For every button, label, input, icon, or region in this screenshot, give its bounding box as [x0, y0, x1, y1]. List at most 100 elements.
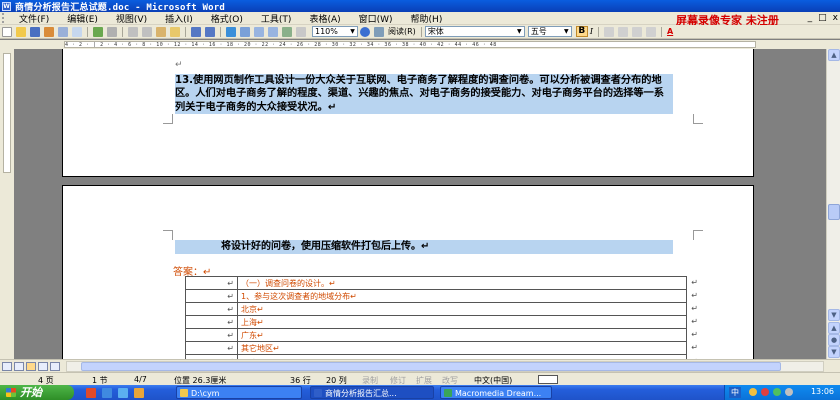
- scroll-up-icon[interactable]: ▲: [828, 49, 840, 61]
- align-icon[interactable]: [603, 26, 614, 37]
- menu-view[interactable]: 视图(V): [107, 12, 156, 25]
- menu-edit[interactable]: 编辑(E): [58, 12, 107, 25]
- font-size-select[interactable]: 五号 ▼: [527, 26, 572, 37]
- table-cell[interactable]: ↵: [185, 341, 238, 355]
- normal-view-icon[interactable]: [2, 362, 12, 371]
- quicklaunch-icon[interactable]: [86, 388, 96, 398]
- undo-icon[interactable]: [191, 26, 201, 37]
- table-cell[interactable]: ↵: [185, 276, 238, 290]
- redo-icon[interactable]: [205, 26, 215, 37]
- print-preview-icon[interactable]: [72, 26, 82, 37]
- scroll-down-icon[interactable]: ▼: [828, 309, 840, 321]
- bullets-icon[interactable]: [631, 26, 642, 37]
- close-button[interactable]: x: [833, 13, 838, 23]
- scroll-thumb[interactable]: [828, 204, 840, 220]
- volume-icon[interactable]: [785, 388, 793, 396]
- font-color-button[interactable]: A: [667, 27, 673, 36]
- horizontal-ruler[interactable]: 4 · 2 · | 2 · 4 · 6 · 8 · 10 · 12 · 14 ·…: [64, 41, 756, 48]
- table-row[interactable]: ↵ （一）调查问卷的设计。↵ ↵: [185, 276, 698, 290]
- menu-table[interactable]: 表格(A): [300, 12, 349, 25]
- quicklaunch-icon[interactable]: [118, 388, 128, 398]
- minimize-button[interactable]: _: [808, 13, 813, 23]
- tray-icon[interactable]: [773, 388, 781, 396]
- drawing-icon[interactable]: [282, 26, 292, 37]
- taskbar-word-document[interactable]: 商情分析报告汇总...: [310, 386, 434, 399]
- horizontal-scrollbar[interactable]: [66, 361, 824, 372]
- read-mode-button[interactable]: 阅读(R): [388, 26, 416, 37]
- help-icon[interactable]: [360, 26, 370, 37]
- upload-instruction[interactable]: 将设计好的问卷，使用压缩软件打包后上传。↵: [175, 240, 673, 254]
- tray-icon[interactable]: [761, 388, 769, 396]
- research-icon[interactable]: [107, 26, 117, 37]
- table-row[interactable]: ↵ 广东↵ ↵: [185, 328, 698, 342]
- reading-view-icon[interactable]: [50, 362, 60, 371]
- format-painter-icon[interactable]: [170, 26, 180, 37]
- toolbar-grip[interactable]: [2, 13, 8, 23]
- new-document-icon[interactable]: [2, 26, 12, 37]
- font-name-select[interactable]: 宋体 ▼: [424, 26, 525, 37]
- tables-borders-icon[interactable]: [240, 26, 250, 37]
- previous-page-icon[interactable]: ▲: [828, 322, 840, 334]
- next-page-icon[interactable]: ▼: [828, 346, 840, 358]
- columns-icon[interactable]: [268, 26, 278, 37]
- table-cell[interactable]: ↵: [185, 328, 238, 342]
- document-page[interactable]: 将设计好的问卷，使用压缩软件打包后上传。↵ 答案：↵ ↵ （一）调查问卷的设计。↵…: [62, 185, 754, 359]
- menu-file[interactable]: 文件(F): [10, 12, 58, 25]
- taskbar-dreamweaver[interactable]: Macromedia Dream...: [440, 386, 552, 399]
- start-button[interactable]: 开始: [0, 385, 74, 400]
- menu-help[interactable]: 帮助(H): [402, 12, 452, 25]
- indent-icon[interactable]: [645, 26, 656, 37]
- numbering-icon[interactable]: [617, 26, 628, 37]
- print-icon[interactable]: [58, 26, 68, 37]
- hyperlink-icon[interactable]: [226, 26, 236, 37]
- document-page[interactable]: ↵ 13.使用网页制作工具设计一份大众关于互联网、电子商务了解程度的调查问卷。可…: [62, 49, 754, 177]
- paste-icon[interactable]: [156, 26, 166, 37]
- taskbar-folder-cym[interactable]: D:\cym: [176, 386, 302, 399]
- print-layout-view-icon[interactable]: [26, 362, 36, 371]
- spelling-status-icon[interactable]: [538, 375, 558, 384]
- table-cell[interactable]: 1、参与这次调查者的地域分布↵ ↵: [237, 289, 698, 303]
- save-icon[interactable]: [30, 26, 40, 37]
- table-cell[interactable]: 北京↵ ↵: [237, 302, 698, 316]
- table-cell[interactable]: ↵: [185, 315, 238, 329]
- restore-button[interactable]: □: [818, 13, 827, 23]
- select-browse-object-icon[interactable]: ●: [828, 334, 840, 346]
- survey-table[interactable]: ↵ （一）调查问卷的设计。↵ ↵ ↵ 1、参与这次调查者的地域分布↵ ↵ ↵ 北京↵ ↵ ↵ 上海↵…: [185, 276, 698, 359]
- menu-window[interactable]: 窗口(W): [350, 12, 402, 25]
- web-view-icon[interactable]: [14, 362, 24, 371]
- table-cell[interactable]: （一）调查问卷的设计。↵ ↵: [237, 276, 698, 290]
- vertical-ruler-strip[interactable]: [3, 53, 11, 173]
- copy-icon[interactable]: [142, 26, 152, 37]
- table-row[interactable]: ↵ 其它地区↵ ↵: [185, 341, 698, 355]
- permission-icon[interactable]: [44, 26, 54, 37]
- menu-format[interactable]: 格式(O): [202, 12, 252, 25]
- read-mode-icon[interactable]: [374, 26, 384, 37]
- bold-button[interactable]: B: [575, 26, 588, 37]
- table-row[interactable]: ↵ 北京↵ ↵: [185, 302, 698, 316]
- table-cell[interactable]: ↵: [185, 302, 238, 316]
- table-cell[interactable]: 广东↵ ↵: [237, 328, 698, 342]
- document-area[interactable]: ↵ 13.使用网页制作工具设计一份大众关于互联网、电子商务了解程度的调查问卷。可…: [14, 49, 826, 359]
- menu-tools[interactable]: 工具(T): [252, 12, 301, 25]
- show-hide-icon[interactable]: [296, 26, 306, 37]
- menu-insert[interactable]: 插入(I): [156, 12, 202, 25]
- tray-icon[interactable]: [749, 388, 757, 396]
- zoom-select[interactable]: 110% ▼: [312, 26, 358, 37]
- table-cell[interactable]: ↵: [185, 289, 238, 303]
- cut-icon[interactable]: [128, 26, 138, 37]
- italic-button[interactable]: I: [590, 27, 593, 36]
- insert-table-icon[interactable]: [254, 26, 264, 37]
- spelling-icon[interactable]: [93, 26, 103, 37]
- table-cell[interactable]: 上海↵ ↵: [237, 315, 698, 329]
- outline-view-icon[interactable]: [38, 362, 48, 371]
- table-cell[interactable]: 其它地区↵ ↵: [237, 341, 698, 355]
- horizontal-scroll-thumb[interactable]: [81, 362, 781, 371]
- vertical-scrollbar[interactable]: ▲ ▼ ▲ ● ▼: [826, 49, 840, 359]
- quicklaunch-icon[interactable]: [134, 388, 144, 398]
- table-row[interactable]: ↵ 1、参与这次调查者的地域分布↵ ↵: [185, 289, 698, 303]
- table-row[interactable]: ↵ 上海↵ ↵: [185, 315, 698, 329]
- ime-indicator[interactable]: 中: [729, 387, 741, 398]
- quicklaunch-icon[interactable]: [102, 388, 112, 398]
- question-13-paragraph[interactable]: 13.使用网页制作工具设计一份大众关于互联网、电子商务了解程度的调查问卷。可以分…: [175, 74, 673, 115]
- open-folder-icon[interactable]: [16, 26, 26, 37]
